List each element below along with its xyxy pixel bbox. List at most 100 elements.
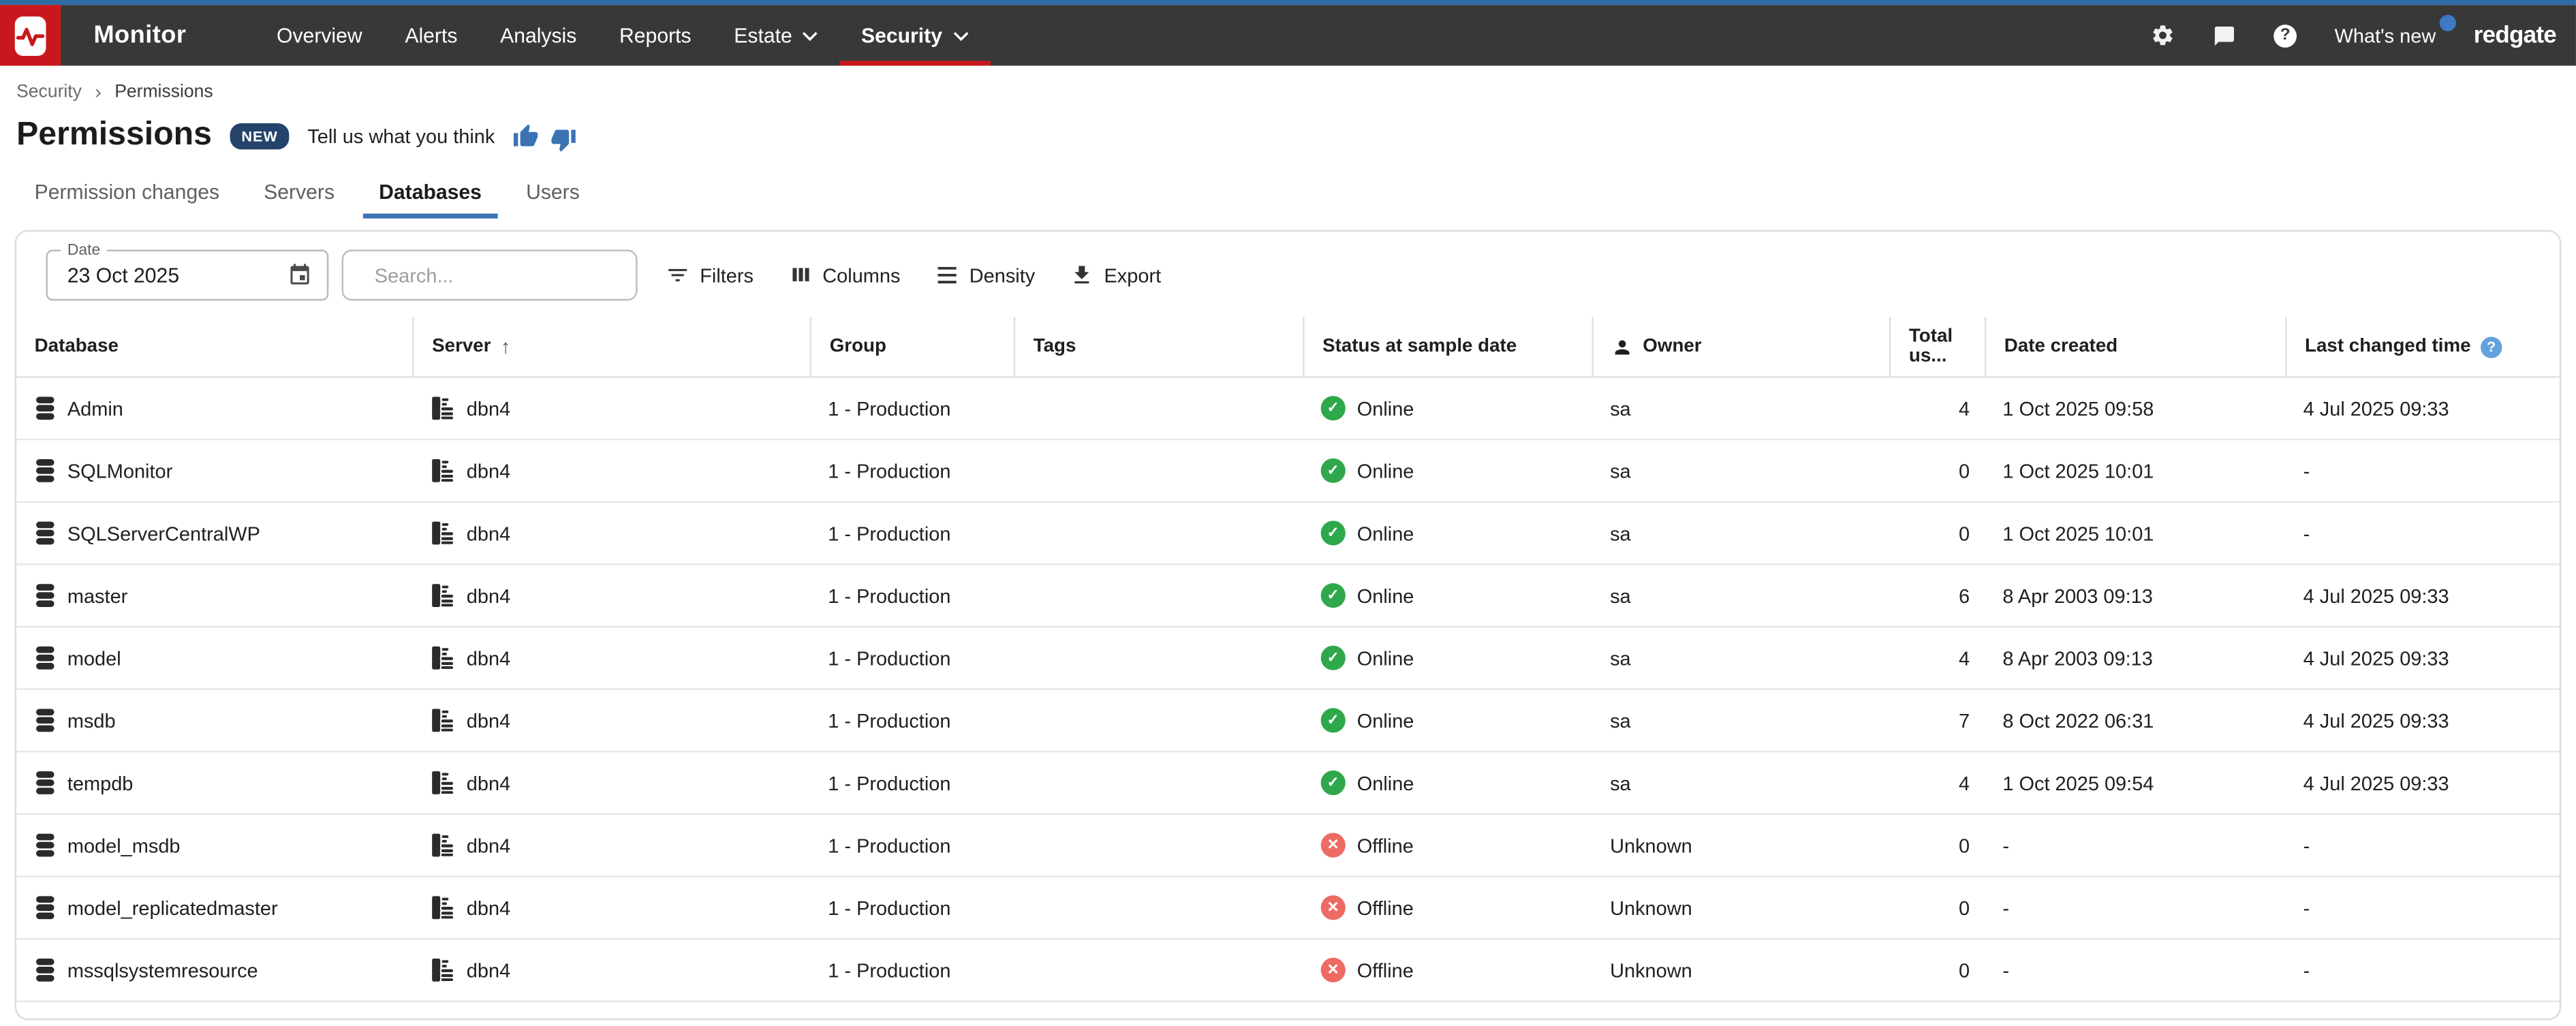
cell-last-changed: - (2285, 522, 2560, 545)
table-row[interactable]: SQLMonitor dbn4 1 - Production ✓ Online … (16, 440, 2560, 503)
status-icon: ✓ (1321, 520, 1346, 545)
column-header-server[interactable]: Server ↑ (412, 317, 810, 376)
server-icon (431, 958, 455, 982)
cell-last-changed: 4 Jul 2025 09:33 (2285, 709, 2560, 732)
column-header-tags[interactable]: Tags (1014, 317, 1303, 376)
calendar-button[interactable] (288, 263, 327, 287)
table-row[interactable]: tempdb dbn4 1 - Production ✓ Online sa 4… (16, 752, 2560, 815)
cell-date-created: 1 Oct 2025 10:01 (1985, 522, 2285, 545)
nav-item-alerts[interactable]: Alerts (384, 5, 479, 65)
filters-button[interactable]: Filters (666, 263, 754, 287)
search-input[interactable] (371, 262, 632, 289)
cell-date-created: 8 Apr 2003 09:13 (1985, 647, 2285, 670)
notification-dot (2439, 14, 2455, 30)
top-navbar: Monitor Overview Alerts Analysis Reports… (0, 5, 2576, 65)
server-icon (431, 771, 455, 795)
nav-item-analysis[interactable]: Analysis (479, 5, 598, 65)
export-button[interactable]: Export (1070, 263, 1161, 287)
server-name: dbn4 (467, 459, 510, 482)
monitor-pulse-icon (15, 16, 46, 55)
database-name: mssqlsystemresource (67, 959, 258, 982)
nav-item-overview[interactable]: Overview (255, 5, 384, 65)
tab-users[interactable]: Users (510, 171, 596, 219)
columns-button[interactable]: Columns (788, 263, 901, 287)
thumb-down-button[interactable] (550, 125, 577, 152)
cell-group: 1 - Production (810, 647, 1014, 670)
table-row[interactable]: master dbn4 1 - Production ✓ Online sa 6… (16, 565, 2560, 627)
cell-status: ✕ Offline (1303, 895, 1592, 920)
status-label: Online (1357, 709, 1414, 732)
cell-owner: sa (1592, 584, 1889, 607)
cell-status: ✕ Offline (1303, 833, 1592, 858)
app-root: Monitor Overview Alerts Analysis Reports… (0, 0, 2576, 1026)
column-header-owner[interactable]: Owner (1592, 317, 1889, 376)
column-header-total-users[interactable]: Total us... (1889, 317, 1985, 376)
date-picker-field[interactable]: Date 23 Oct 2025 (46, 250, 329, 301)
status-icon: ✓ (1321, 708, 1346, 732)
cell-server: dbn4 (412, 708, 810, 732)
breadcrumb-security[interactable]: Security (16, 82, 82, 102)
cell-total-users: 0 (1889, 522, 1985, 545)
column-help-icon[interactable]: ? (2481, 336, 2502, 357)
cell-owner: sa (1592, 771, 1889, 794)
cell-server: dbn4 (412, 833, 810, 858)
nav-item-security[interactable]: Security (840, 5, 990, 65)
cell-last-changed: 4 Jul 2025 09:33 (2285, 584, 2560, 607)
table-row[interactable]: model_replicatedmaster dbn4 1 - Producti… (16, 877, 2560, 940)
cell-owner: Unknown (1592, 896, 1889, 919)
density-button[interactable]: Density (935, 263, 1035, 287)
table-row[interactable]: model dbn4 1 - Production ✓ Online sa 4 … (16, 627, 2560, 690)
cell-group: 1 - Production (810, 959, 1014, 982)
database-icon (35, 520, 56, 545)
table-row[interactable]: Admin dbn4 1 - Production ✓ Online sa 4 … (16, 378, 2560, 441)
column-header-last-changed[interactable]: Last changed time ? (2285, 317, 2560, 376)
cell-server: dbn4 (412, 520, 810, 545)
cell-date-created: - (1985, 959, 2285, 982)
status-label: Offline (1357, 959, 1414, 982)
table-row[interactable]: msdb dbn4 1 - Production ✓ Online sa 7 8… (16, 690, 2560, 753)
tab-databases[interactable]: Databases (362, 171, 498, 219)
table-row[interactable]: SQLServerCentralWP dbn4 1 - Production ✓… (16, 503, 2560, 565)
cell-status: ✓ Online (1303, 583, 1592, 608)
whats-new-link[interactable]: What's new (2335, 24, 2436, 47)
column-header-database[interactable]: Database (16, 317, 412, 376)
database-name: model_msdb (67, 834, 181, 857)
table-row[interactable]: model_msdb dbn4 1 - Production ✕ Offline… (16, 815, 2560, 877)
cell-group: 1 - Production (810, 459, 1014, 482)
table-row[interactable]: mssqlsystemresource dbn4 1 - Production … (16, 939, 2560, 1002)
page-header: Permissions NEW Tell us what you think (0, 102, 2576, 155)
cell-database: SQLServerCentralWP (16, 520, 412, 545)
cell-server: dbn4 (412, 583, 810, 608)
database-name: master (67, 584, 127, 607)
chevron-right-icon: › (95, 82, 102, 102)
cell-status: ✓ Online (1303, 520, 1592, 545)
cell-database: SQLMonitor (16, 458, 412, 483)
help-button[interactable]: ? (2274, 24, 2297, 47)
cell-group: 1 - Production (810, 522, 1014, 545)
server-name: dbn4 (467, 771, 510, 794)
sql-monitor-logo[interactable] (0, 5, 61, 65)
column-header-group[interactable]: Group (810, 317, 1014, 376)
settings-button[interactable] (2151, 23, 2175, 48)
cell-date-created: 8 Apr 2003 09:13 (1985, 584, 2285, 607)
search-field[interactable] (342, 250, 638, 301)
column-header-status[interactable]: Status at sample date (1303, 317, 1592, 376)
status-icon: ✕ (1321, 833, 1346, 858)
thumb-up-button[interactable] (513, 123, 540, 149)
tab-servers[interactable]: Servers (247, 171, 351, 219)
cell-date-created: - (1985, 834, 2285, 857)
status-label: Online (1357, 522, 1414, 545)
nav-item-reports[interactable]: Reports (598, 5, 713, 65)
nav-item-estate[interactable]: Estate (713, 5, 840, 65)
tab-permission-changes[interactable]: Permission changes (18, 171, 236, 219)
feedback-chat-button[interactable] (2213, 24, 2236, 47)
column-header-date-created[interactable]: Date created (1985, 317, 2285, 376)
server-icon (431, 458, 455, 483)
server-icon (431, 895, 455, 920)
status-label: Online (1357, 771, 1414, 794)
server-name: dbn4 (467, 522, 510, 545)
help-icon: ? (2274, 24, 2297, 47)
cell-date-created: 1 Oct 2025 10:01 (1985, 459, 2285, 482)
cell-server: dbn4 (412, 958, 810, 982)
density-icon (935, 263, 959, 287)
